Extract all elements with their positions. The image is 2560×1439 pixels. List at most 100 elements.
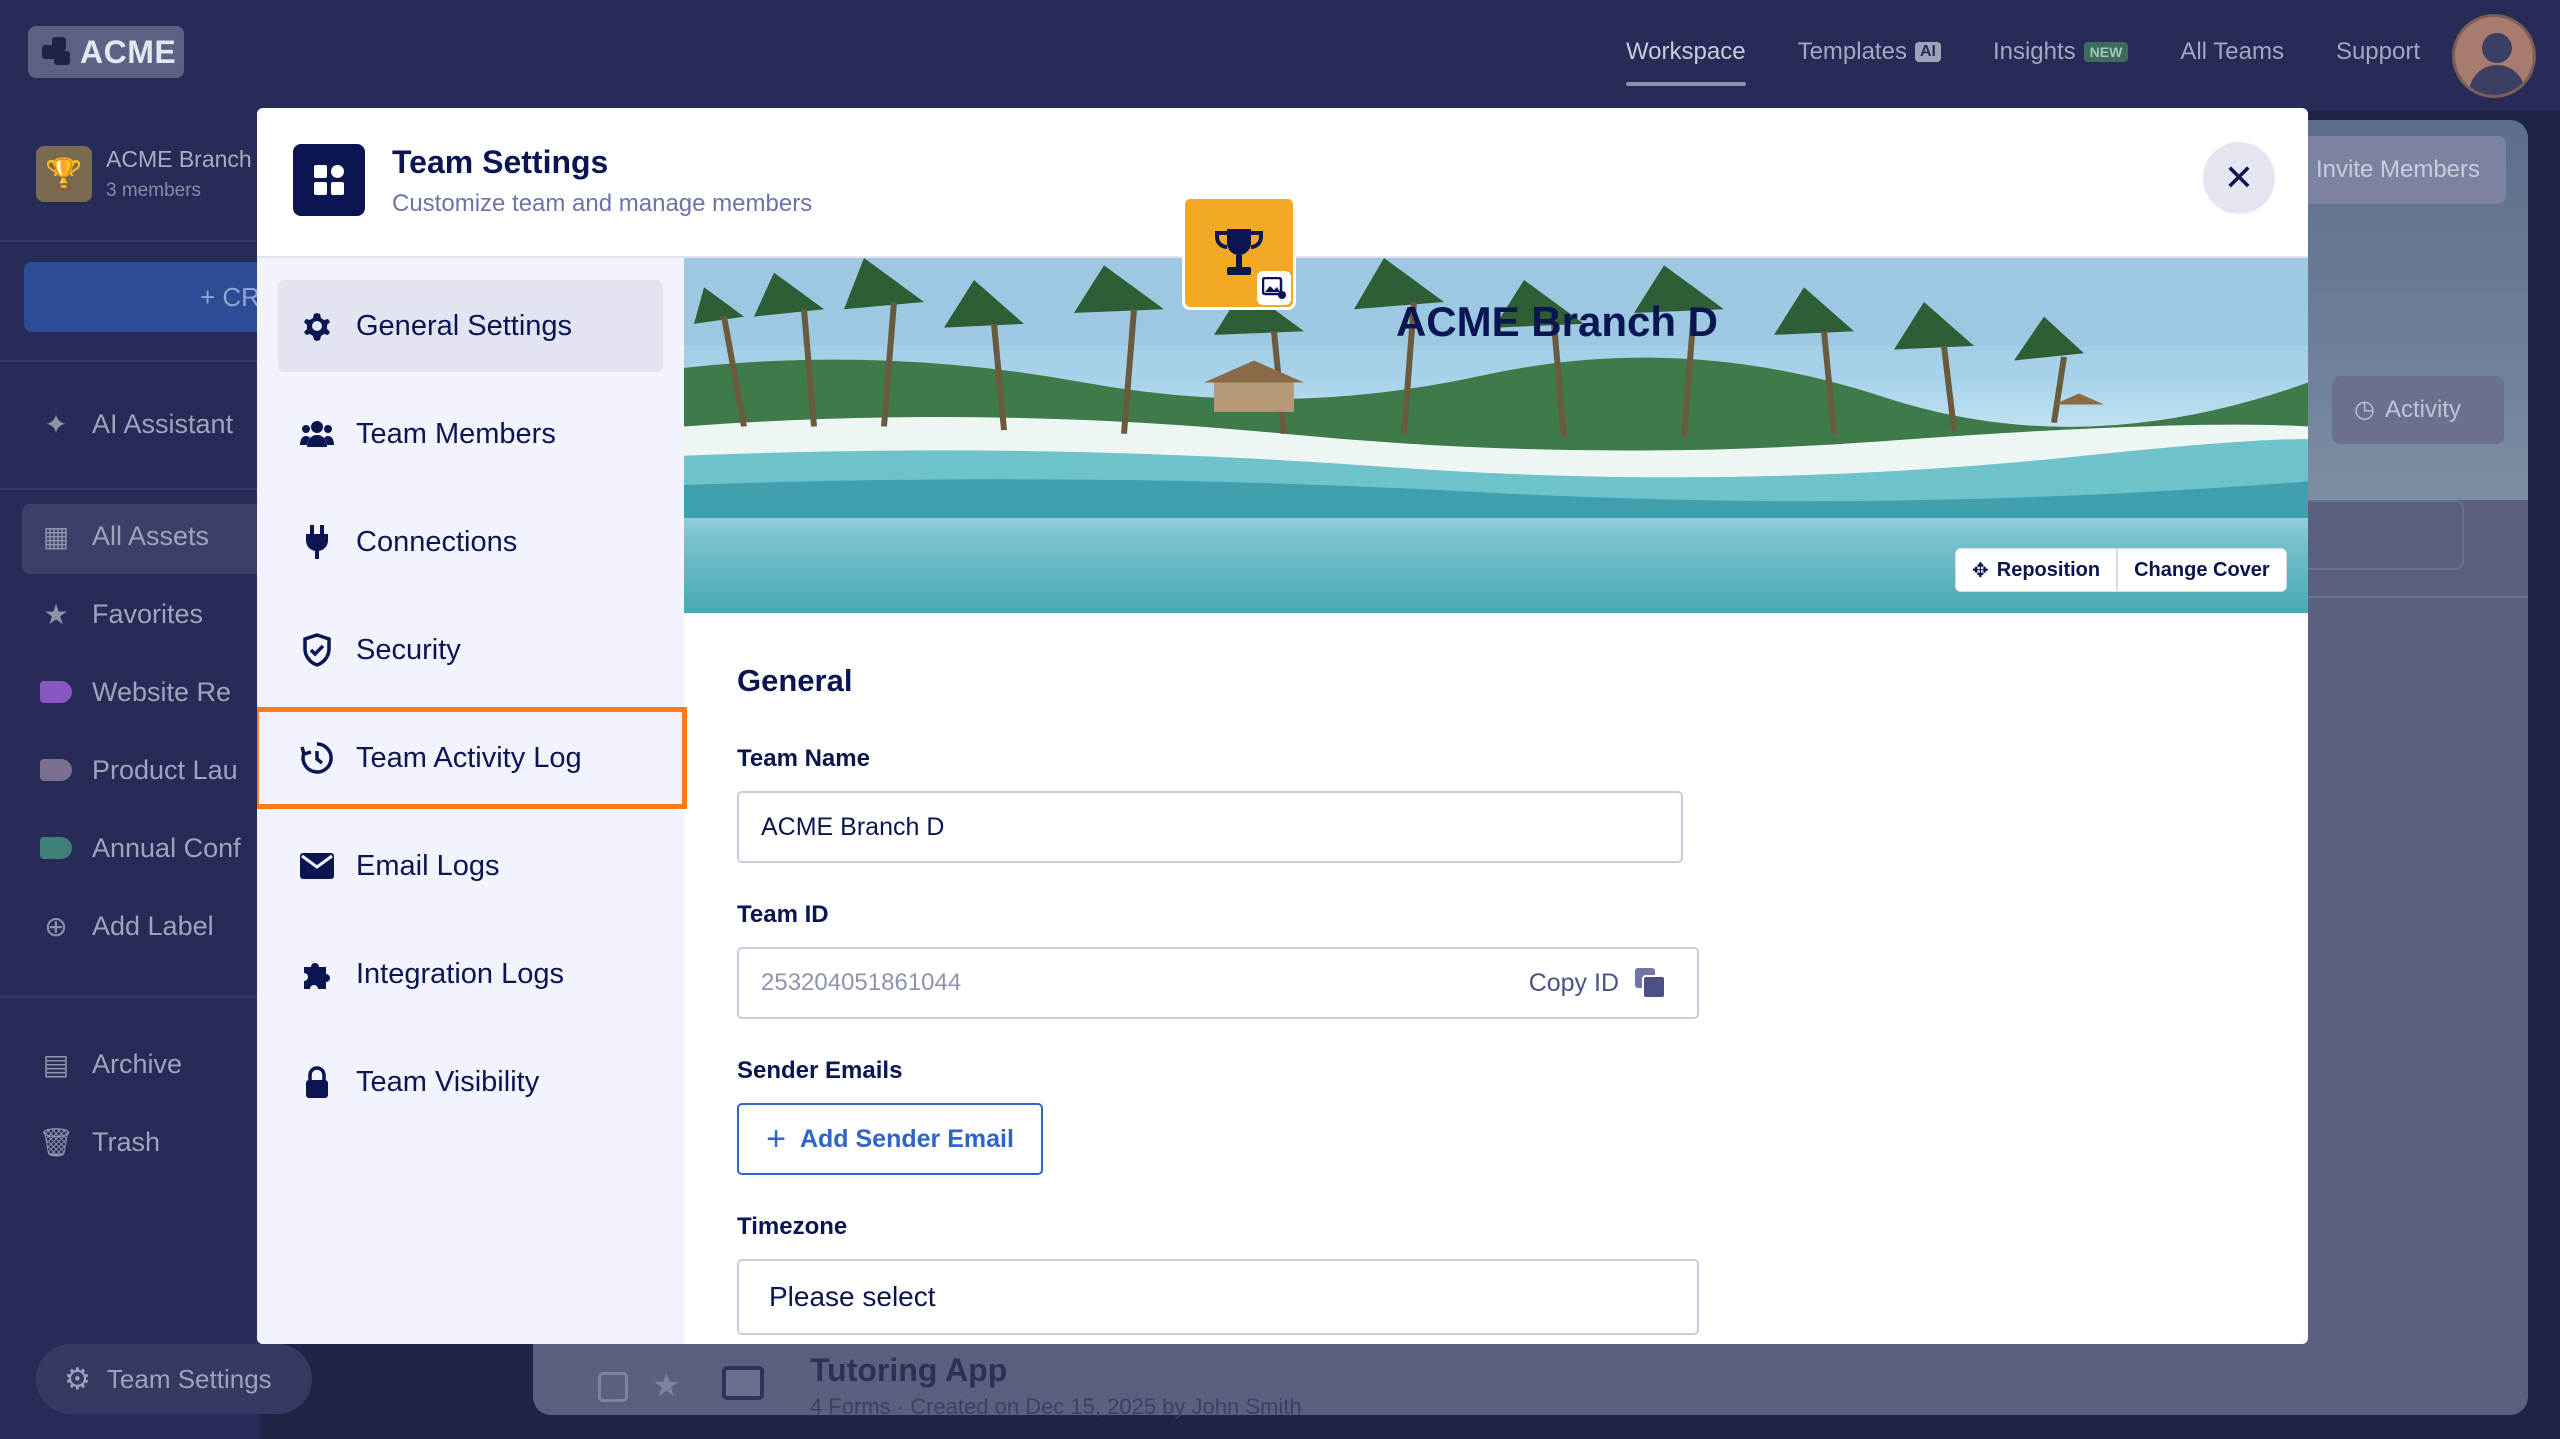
logo-text: ACME	[80, 33, 177, 70]
row-checkbox[interactable]	[598, 1372, 628, 1402]
row-star-icon[interactable]: ★	[652, 1366, 681, 1404]
add-sender-email-button[interactable]: + Add Sender Email	[737, 1103, 1043, 1175]
team-chip-members: 3 members	[106, 180, 202, 201]
divider	[2300, 596, 2528, 598]
envelope-icon	[300, 849, 334, 883]
form-row-title[interactable]: Tutoring App	[810, 1352, 1007, 1389]
nav-team-activity-log-label: Team Activity Log	[356, 741, 582, 774]
modal-subtitle: Customize team and manage members	[392, 190, 813, 217]
team-settings-modal: Team Settings Customize team and manage …	[257, 108, 2308, 1344]
sidebar-archive-label: Archive	[92, 1048, 183, 1079]
sidebar-ai-assistant[interactable]: ✦ AI Assistant	[40, 408, 233, 440]
nav-general-settings[interactable]: General Settings	[278, 280, 663, 372]
timezone-select[interactable]: Please select	[737, 1259, 1699, 1335]
nav-support[interactable]: Support	[2336, 38, 2420, 66]
form-row-subtitle: 4 Forms · Created on Dec 15, 2025 by Joh…	[810, 1394, 1302, 1419]
sidebar-label-3[interactable]: Annual Conf	[40, 832, 241, 864]
cover-actions: ✥ Reposition Change Cover	[1955, 548, 2287, 592]
nav-integration-logs-label: Integration Logs	[356, 957, 564, 990]
nav-connections-label: Connections	[356, 525, 518, 558]
nav-templates[interactable]: Templates AI	[1798, 38, 1941, 66]
nav-team-members[interactable]: Team Members	[278, 388, 663, 480]
sidebar-all-assets[interactable]: ▦ All Assets	[40, 520, 209, 552]
reposition-button-label: Reposition	[1996, 558, 2101, 581]
copy-id-button[interactable]: Copy ID	[1529, 966, 1667, 1000]
nav-team-activity-log[interactable]: Team Activity Log	[257, 707, 687, 809]
plus-icon: +	[766, 1119, 786, 1158]
gear-icon	[300, 309, 334, 343]
sidebar-label-2[interactable]: Product Lau	[40, 754, 238, 786]
plug-icon	[300, 525, 334, 559]
user-avatar[interactable]	[2452, 14, 2536, 98]
team-id-label: Team ID	[737, 901, 829, 928]
nav-all-teams[interactable]: All Teams	[2180, 38, 2284, 66]
sidebar-label-2-text: Product Lau	[92, 754, 238, 785]
modal-title: Team Settings	[392, 144, 609, 180]
nav-templates-label: Templates	[1797, 38, 1907, 65]
nav-general-settings-label: General Settings	[356, 309, 573, 342]
change-avatar-image-icon[interactable]	[1257, 271, 1291, 305]
ai-tag: AI	[1914, 42, 1941, 62]
sender-emails-label: Sender Emails	[737, 1057, 903, 1084]
nav-email-logs-label: Email Logs	[356, 849, 500, 882]
workspace-search[interactable]	[2300, 500, 2464, 570]
close-icon: ✕	[2223, 157, 2255, 198]
sidebar-add-label[interactable]: ⊕ Add Label	[40, 910, 213, 942]
nav-insights[interactable]: Insights NEW	[1993, 38, 2129, 66]
create-button[interactable]: + CR	[24, 262, 284, 332]
nav-workspace[interactable]: Workspace	[1625, 38, 1746, 86]
section-title: General	[737, 663, 853, 698]
sidebar-trash[interactable]: 🗑 Trash	[38, 1126, 160, 1158]
nav-all-teams-label: All Teams	[2180, 38, 2284, 65]
nav-integration-logs[interactable]: Integration Logs	[278, 928, 663, 1020]
sidebar-favorites[interactable]: ★ Favorites	[40, 598, 203, 630]
label-tag-icon	[40, 676, 72, 708]
nav-security[interactable]: Security	[278, 604, 663, 696]
plus-circle-icon: ⊕	[44, 910, 68, 942]
nav-connections[interactable]: Connections	[278, 496, 663, 588]
nav-security-label: Security	[356, 633, 461, 666]
copy-id-label: Copy ID	[1528, 968, 1619, 997]
nav-team-visibility[interactable]: Team Visibility	[278, 1036, 663, 1128]
sidebar-label-1-text: Website Re	[92, 676, 232, 707]
team-avatar-trophy-icon[interactable]: 🏆	[36, 146, 92, 202]
palm-beach-illustration	[684, 258, 2308, 518]
label-tag-icon	[40, 832, 72, 864]
invite-members-button[interactable]: Invite Members	[2290, 136, 2506, 204]
change-cover-button[interactable]: Change Cover	[2116, 549, 2286, 591]
reposition-button[interactable]: ✥ Reposition	[1956, 549, 2116, 591]
sidebar-archive[interactable]: ▤ Archive	[40, 1048, 182, 1080]
sidebar-ai-assistant-label: AI Assistant	[92, 408, 234, 439]
team-name-value: ACME Branch D	[761, 812, 945, 841]
divider	[0, 488, 260, 490]
team-settings-button[interactable]: ⚙ Team Settings	[36, 1344, 312, 1414]
timezone-value: Please select	[769, 1281, 936, 1312]
timezone-label: Timezone	[737, 1213, 848, 1240]
clock-icon: ◷	[2354, 396, 2375, 423]
nav-email-logs[interactable]: Email Logs	[278, 820, 663, 912]
cover-team-name: ACME Branch D	[1395, 298, 1719, 345]
team-id-field: 253204051861044 Copy ID	[737, 947, 1699, 1019]
top-nav: Workspace Templates AI Insights NEW All Te…	[1625, 38, 2420, 86]
sidebar-label-3-text: Annual Conf	[92, 832, 241, 863]
sidebar-favorites-label: Favorites	[92, 598, 204, 629]
team-id-value: 253204051861044	[761, 969, 962, 996]
team-avatar[interactable]	[1182, 196, 1296, 310]
shield-icon	[300, 633, 334, 667]
team-name-input[interactable]: ACME Branch D	[737, 791, 1683, 863]
team-chip-name: ACME Branch	[106, 146, 252, 172]
gear-icon: ⚙	[64, 1362, 91, 1396]
grid-icon: ▦	[42, 520, 70, 552]
acme-logo[interactable]: ACME	[28, 26, 184, 78]
activity-button[interactable]: ◷ Activity	[2332, 376, 2504, 444]
divider	[0, 360, 260, 362]
sidebar-label-1[interactable]: Website Re	[40, 676, 231, 708]
top-bar: ACME Workspace Templates AI Insights NEW A…	[0, 0, 2560, 110]
divider	[0, 240, 260, 242]
add-sender-email-label: Add Sender Email	[799, 1124, 1014, 1153]
move-icon: ✥	[1972, 559, 1989, 582]
team-settings-icon	[293, 144, 365, 216]
activity-button-label: Activity	[2384, 396, 2461, 423]
divider	[0, 996, 260, 998]
close-button[interactable]: ✕	[2203, 142, 2275, 214]
